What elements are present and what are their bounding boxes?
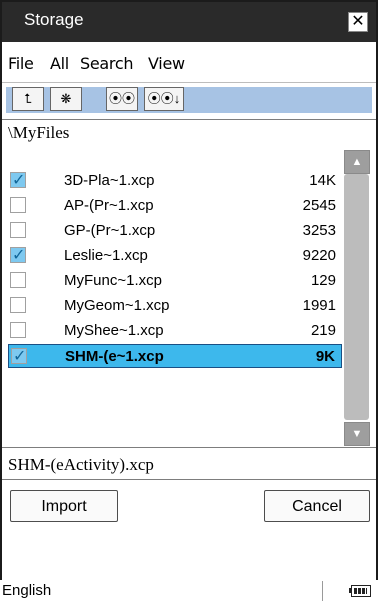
file-checkbox[interactable] bbox=[10, 272, 26, 288]
file-checkbox[interactable] bbox=[10, 297, 26, 313]
scroll-up-button[interactable]: ▲ bbox=[344, 150, 370, 174]
file-checkbox[interactable]: ✓ bbox=[10, 247, 26, 264]
file-checkbox[interactable]: ✓ bbox=[10, 172, 26, 189]
file-size: 129 bbox=[310, 272, 336, 289]
file-checkbox[interactable]: ✓ bbox=[11, 348, 27, 365]
file-row[interactable]: AP-(Pr~1.xcp 2545 bbox=[8, 194, 342, 218]
import-button[interactable]: Import bbox=[10, 490, 118, 522]
new-folder-icon: ❋ bbox=[60, 91, 72, 106]
file-row[interactable]: MyGeom~1.xcp 1991 bbox=[8, 294, 342, 318]
search-next-button[interactable]: ⦿⦿↓ bbox=[144, 87, 184, 111]
file-name: SHM-(e~1.xcp bbox=[65, 348, 164, 365]
file-checkbox[interactable] bbox=[10, 197, 26, 213]
arrow-up-icon: ▲ bbox=[351, 156, 363, 168]
file-row[interactable]: MyFunc~1.xcp 129 bbox=[8, 269, 342, 293]
file-list: ✓ 3D-Pla~1.xcp 14K AP-(Pr~1.xcp 2545 GP-… bbox=[2, 147, 376, 448]
file-name: GP-(Pr~1.xcp bbox=[64, 222, 156, 239]
file-row[interactable]: MyShee~1.xcp 219 bbox=[8, 319, 342, 343]
file-size: 14K bbox=[309, 172, 336, 189]
search-icon: ⦿⦿ bbox=[108, 91, 135, 106]
status-divider bbox=[322, 581, 323, 601]
filename-value: SHM-(eActivity).xcp bbox=[8, 455, 154, 474]
up-folder-icon: ⮤ bbox=[24, 91, 32, 106]
battery-icon bbox=[349, 585, 371, 597]
window-title: Storage bbox=[24, 10, 84, 29]
file-row[interactable]: ✓ Leslie~1.xcp 9220 bbox=[8, 244, 342, 268]
file-name: 3D-Pla~1.xcp bbox=[64, 172, 155, 189]
file-row[interactable]: ✓ 3D-Pla~1.xcp 14K bbox=[8, 169, 342, 193]
file-size: 9K bbox=[315, 348, 335, 365]
arrow-down-icon: ▼ bbox=[351, 428, 363, 440]
up-folder-button[interactable]: ⮤ bbox=[12, 87, 44, 111]
filename-field[interactable]: SHM-(eActivity).xcp bbox=[2, 449, 376, 480]
menu-view[interactable]: View bbox=[148, 54, 185, 73]
file-row-selected[interactable]: ✓ SHM-(e~1.xcp 9K bbox=[8, 344, 342, 368]
list-scrollbar[interactable]: ▲ ▼ bbox=[344, 150, 370, 446]
file-name: AP-(Pr~1.xcp bbox=[64, 197, 154, 214]
file-size: 1991 bbox=[302, 297, 336, 314]
file-name: MyGeom~1.xcp bbox=[64, 297, 170, 314]
search-button[interactable]: ⦿⦿ bbox=[106, 87, 138, 111]
menu-search[interactable]: Search bbox=[80, 54, 133, 73]
file-name: Leslie~1.xcp bbox=[64, 247, 148, 264]
current-path: \MyFiles bbox=[8, 123, 70, 142]
check-icon: ✓ bbox=[13, 348, 27, 365]
menu-bar: File All Search View bbox=[2, 42, 376, 83]
file-checkbox[interactable] bbox=[10, 322, 26, 338]
new-folder-button[interactable]: ❋ bbox=[50, 87, 82, 111]
status-bar: English bbox=[0, 580, 378, 602]
scroll-down-button[interactable]: ▼ bbox=[344, 422, 370, 446]
check-icon: ✓ bbox=[12, 172, 26, 189]
cancel-button[interactable]: Cancel bbox=[264, 490, 370, 522]
path-bar: \MyFiles bbox=[2, 119, 376, 149]
storage-window: Storage ✕ File All Search View ⮤ ❋ ⦿⦿ ⦿⦿… bbox=[0, 0, 378, 582]
language-label: English bbox=[2, 582, 52, 599]
file-size: 219 bbox=[310, 322, 336, 339]
scroll-track[interactable] bbox=[344, 174, 369, 420]
file-size: 3253 bbox=[302, 222, 336, 239]
file-name: MyShee~1.xcp bbox=[64, 322, 164, 339]
title-bar: Storage ✕ bbox=[2, 2, 376, 42]
file-name: MyFunc~1.xcp bbox=[64, 272, 162, 289]
search-next-icon: ⦿⦿↓ bbox=[147, 91, 181, 106]
toolbar: ⮤ ❋ ⦿⦿ ⦿⦿↓ bbox=[2, 83, 376, 115]
file-row[interactable]: GP-(Pr~1.xcp 3253 bbox=[8, 219, 342, 243]
file-size: 2545 bbox=[302, 197, 336, 214]
close-button[interactable]: ✕ bbox=[348, 12, 368, 32]
file-checkbox[interactable] bbox=[10, 222, 26, 238]
check-icon: ✓ bbox=[12, 247, 26, 264]
menu-all[interactable]: All bbox=[50, 54, 69, 73]
file-size: 9220 bbox=[302, 247, 336, 264]
menu-file[interactable]: File bbox=[8, 54, 34, 73]
